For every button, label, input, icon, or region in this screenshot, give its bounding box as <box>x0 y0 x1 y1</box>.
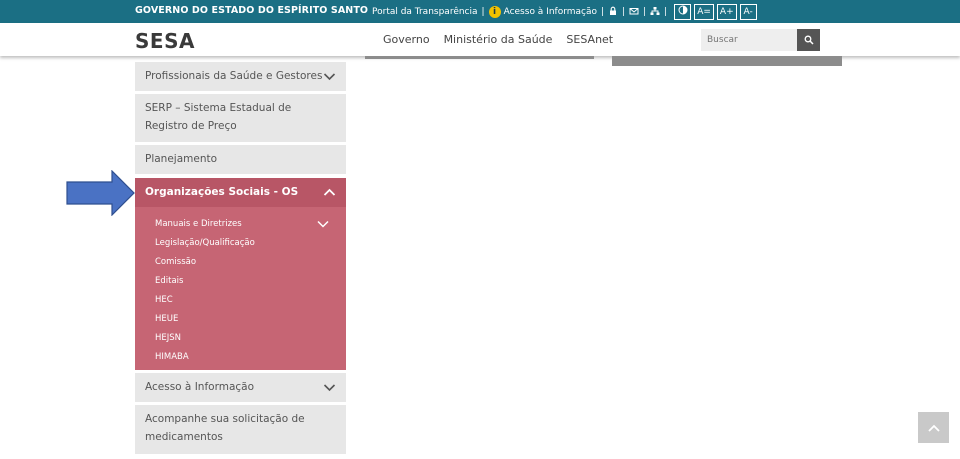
submenu-item-legislacao[interactable]: Legislação/Qualificação <box>155 238 255 248</box>
submenu-item-editais[interactable]: Editais <box>155 276 183 286</box>
chevron-up-icon <box>927 424 940 432</box>
nav-sesanet[interactable]: SESAnet <box>566 33 613 46</box>
site-logo[interactable]: SESA <box>135 29 195 53</box>
mail-icon[interactable] <box>629 6 639 17</box>
top-bar: GOVERNO DO ESTADO DO ESPÍRITO SANTO Port… <box>0 0 960 23</box>
main-nav: Governo Ministério da Saúde SESAnet <box>383 33 613 46</box>
chevron-down-icon[interactable] <box>317 220 329 228</box>
menu-item-label: Planejamento <box>145 153 218 165</box>
menu-item-medicamentos[interactable]: Acompanhe sua solicitação de medicamento… <box>135 405 346 454</box>
submenu-item-comissao[interactable]: Comissão <box>155 257 196 267</box>
font-increase-button[interactable]: A+ <box>716 3 737 20</box>
menu-item-label: Profissionais da Saúde e Gestores <box>145 70 323 82</box>
content-divider <box>365 56 594 59</box>
separator: | <box>643 6 647 17</box>
lock-icon[interactable] <box>608 6 618 17</box>
transparency-portal-link[interactable]: Portal da Transparência <box>372 7 478 17</box>
menu-item-label: Acesso à Informação <box>145 381 255 393</box>
font-reset-button[interactable]: A= <box>694 3 714 20</box>
menu-item-planejamento[interactable]: Planejamento <box>135 145 346 174</box>
access-information-link[interactable]: Acesso à Informação <box>504 7 597 17</box>
chevron-up-icon <box>323 188 336 196</box>
submenu-item-himaba[interactable]: HIMABA <box>155 352 189 362</box>
menu-item-organizacoes-sociais[interactable]: Organizações Sociais - OS <box>135 178 346 207</box>
menu-item-label: Acompanhe sua solicitação de medicamento… <box>145 413 305 443</box>
separator: | <box>481 6 485 17</box>
government-title[interactable]: GOVERNO DO ESTADO DO ESPÍRITO SANTO <box>135 5 368 16</box>
contrast-icon <box>678 5 688 14</box>
top-links: Portal da Transparência | i Acesso à Inf… <box>372 0 757 23</box>
submenu-item-hec[interactable]: HEC <box>155 295 173 305</box>
search-icon <box>804 35 814 45</box>
nav-governo[interactable]: Governo <box>383 33 430 46</box>
submenu-item-hejsn[interactable]: HEJSN <box>155 333 181 343</box>
menu-item-acesso-informacao[interactable]: Acesso à Informação <box>135 373 346 402</box>
chevron-down-icon <box>323 72 336 80</box>
menu-item-label: SERP – Sistema Estadual de Registro de P… <box>145 102 292 132</box>
site-header: SESA Governo Ministério da Saúde SESAnet <box>0 23 960 56</box>
submenu: Manuais e Diretrizes Legislação/Qualific… <box>135 207 346 370</box>
content-divider <box>612 56 842 66</box>
info-icon[interactable]: i <box>488 5 501 18</box>
separator: | <box>601 6 605 17</box>
separator: | <box>664 6 668 17</box>
pointer-arrow-icon <box>66 170 135 216</box>
search-input[interactable] <box>701 29 797 51</box>
sitemap-icon[interactable] <box>650 6 660 17</box>
submenu-item-heue[interactable]: HEUE <box>155 314 178 324</box>
menu-item-label: Organizações Sociais - OS <box>145 186 299 198</box>
menu-item-serp[interactable]: SERP – Sistema Estadual de Registro de P… <box>135 94 346 142</box>
font-decrease-button[interactable]: A- <box>739 3 757 20</box>
nav-ministerio-da-saude[interactable]: Ministério da Saúde <box>444 33 553 46</box>
chevron-down-icon <box>323 383 336 391</box>
separator: | <box>622 6 626 17</box>
submenu-item-manuais[interactable]: Manuais e Diretrizes <box>155 219 242 229</box>
menu-item-profissionais[interactable]: Profissionais da Saúde e Gestores <box>135 62 346 91</box>
scroll-to-top-button[interactable] <box>918 412 949 443</box>
search-button[interactable] <box>797 29 820 51</box>
contrast-button[interactable] <box>674 3 692 20</box>
